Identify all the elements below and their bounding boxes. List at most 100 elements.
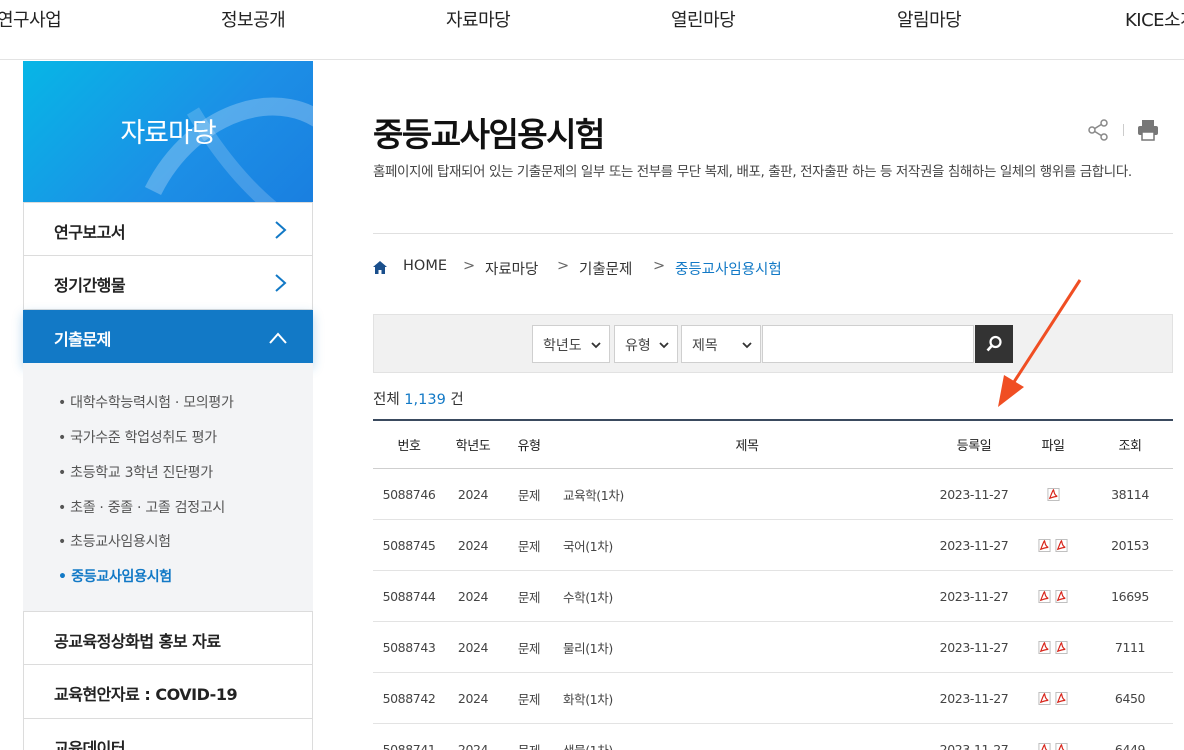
- row-no: 5088742: [382, 690, 436, 706]
- row-year: 2024: [457, 537, 489, 553]
- exam-table: 번호 학년도 유형 제목 등록일 파일 조회 5088746 2024 문제 교육학(…: [373, 419, 1173, 750]
- submenu-item-elementary-teacher[interactable]: • 초등교사임용시험: [58, 531, 171, 551]
- row-files: [1019, 622, 1087, 672]
- top-nav: 연구사업 정보공개 자료마당 열린마당 알림마당 KICE소개: [0, 0, 1184, 60]
- nav-item-research[interactable]: 연구사업: [0, 6, 62, 32]
- row-title[interactable]: 국어(1차): [557, 520, 937, 570]
- row-type: 문제: [517, 538, 541, 554]
- pdf-icon[interactable]: [1038, 589, 1051, 603]
- home-icon[interactable]: [373, 261, 387, 274]
- row-files: [1019, 520, 1087, 570]
- sidebar-item-reports[interactable]: 연구보고서: [23, 202, 313, 256]
- submenu-item-diagnostic[interactable]: • 초등학교 3학년 진단평가: [58, 462, 213, 482]
- row-date: 2023-11-27: [939, 639, 1009, 655]
- row-date: 2023-11-27: [939, 537, 1009, 553]
- year-select-value: 학년도: [543, 338, 582, 354]
- row-no: 5088743: [382, 639, 436, 655]
- row-no: 5088746: [382, 486, 436, 502]
- row-type: 문제: [517, 691, 541, 707]
- pdf-icon[interactable]: [1055, 742, 1068, 750]
- sidebar-submenu: • 대학수학능력시험 · 모의평가 • 국가수준 학업성취도 평가 • 초등학교…: [23, 363, 313, 611]
- row-no: 5088741: [382, 741, 436, 750]
- sidebar-title: 자료마당: [120, 118, 216, 149]
- submenu-item-secondary-teacher[interactable]: • 중등교사임용시험: [58, 566, 172, 586]
- row-files: [1019, 571, 1087, 621]
- row-views: 7111: [1114, 639, 1146, 655]
- table-row[interactable]: 5088741 2024 문제 생물(1차) 2023-11-27 6449: [373, 724, 1173, 750]
- print-icon[interactable]: [1136, 118, 1160, 142]
- chevron-right-icon: [275, 274, 287, 292]
- pdf-icon[interactable]: [1046, 487, 1060, 501]
- table-row[interactable]: 5088743 2024 문제 물리(1차) 2023-11-27 7111: [373, 622, 1173, 673]
- pdf-icon[interactable]: [1055, 538, 1068, 552]
- chevron-up-icon: [269, 332, 287, 344]
- pdf-icon[interactable]: [1038, 742, 1051, 750]
- breadcrumb-home[interactable]: HOME: [403, 258, 447, 274]
- row-no: 5088745: [382, 537, 436, 553]
- header-year: 학년도: [455, 439, 491, 454]
- header-date: 등록일: [956, 439, 992, 454]
- breadcrumb-separator: >: [463, 258, 476, 274]
- field-select[interactable]: 제목: [681, 325, 761, 363]
- sidebar-item-education-data[interactable]: 교육데이터: [23, 719, 313, 750]
- row-date: 2023-11-27: [939, 690, 1009, 706]
- row-date: 2023-11-27: [939, 588, 1009, 604]
- row-title[interactable]: 화학(1차): [557, 673, 937, 723]
- nav-item-about[interactable]: KICE소개: [1125, 6, 1184, 32]
- total-prefix: 전체: [373, 392, 400, 408]
- divider: [373, 233, 1173, 234]
- sidebar-item-label: 연구보고서: [54, 223, 126, 242]
- table-row[interactable]: 5088746 2024 문제 교육학(1차) 2023-11-27 38114: [373, 469, 1173, 520]
- row-files: [1019, 469, 1087, 519]
- submenu-item-csat[interactable]: • 대학수학능력시험 · 모의평가: [58, 392, 234, 412]
- row-year: 2024: [457, 588, 489, 604]
- pdf-icon[interactable]: [1055, 589, 1068, 603]
- search-input[interactable]: [762, 325, 974, 363]
- header-no: 번호: [397, 439, 421, 454]
- pdf-icon[interactable]: [1055, 691, 1068, 705]
- table-header: 번호 학년도 유형 제목 등록일 파일 조회: [373, 419, 1173, 469]
- header-title: 제목: [735, 439, 759, 454]
- row-title[interactable]: 교육학(1차): [557, 469, 937, 519]
- share-icon[interactable]: [1086, 118, 1110, 142]
- nav-item-notice[interactable]: 알림마당: [897, 6, 962, 32]
- breadcrumb-level2[interactable]: 기출문제: [579, 258, 632, 279]
- row-title[interactable]: 물리(1차): [557, 622, 937, 672]
- row-date: 2023-11-27: [939, 741, 1009, 750]
- pdf-icon[interactable]: [1038, 538, 1051, 552]
- row-year: 2024: [457, 690, 489, 706]
- field-select-value: 제목: [692, 338, 718, 354]
- type-select-value: 유형: [625, 338, 651, 354]
- annotation-arrow-icon: [998, 279, 1082, 407]
- row-year: 2024: [457, 486, 489, 502]
- table-row[interactable]: 5088744 2024 문제 수학(1차) 2023-11-27 16695: [373, 571, 1173, 622]
- nav-item-open[interactable]: 열린마당: [671, 6, 736, 32]
- pdf-icon[interactable]: [1038, 691, 1051, 705]
- breadcrumb-current[interactable]: 중등교사임용시험: [675, 258, 782, 279]
- dropdown-arrow-icon: [591, 342, 601, 349]
- pdf-icon[interactable]: [1055, 640, 1068, 654]
- year-select[interactable]: 학년도: [532, 325, 610, 363]
- sidebar-item-covid[interactable]: 교육현안자료 : COVID-19: [23, 665, 313, 719]
- row-title[interactable]: 생물(1차): [557, 724, 937, 750]
- pdf-icon[interactable]: [1038, 640, 1051, 654]
- sidebar-item-label: 교육데이터: [54, 739, 126, 750]
- sidebar-item-label: 교육현안자료 : COVID-19: [54, 685, 238, 704]
- dropdown-arrow-icon: [742, 342, 752, 349]
- sidebar-item-past-exams[interactable]: 기출문제: [23, 310, 313, 364]
- row-files: [1019, 673, 1087, 723]
- total-count: 전체 1,139 건: [373, 388, 464, 409]
- row-title[interactable]: 수학(1차): [557, 571, 937, 621]
- table-row[interactable]: 5088742 2024 문제 화학(1차) 2023-11-27 6450: [373, 673, 1173, 724]
- breadcrumb-level1[interactable]: 자료마당: [485, 258, 538, 279]
- type-select[interactable]: 유형: [614, 325, 678, 363]
- row-type: 문제: [517, 742, 541, 750]
- nav-item-resources[interactable]: 자료마당: [446, 6, 511, 32]
- submenu-item-achievement[interactable]: • 국가수준 학업성취도 평가: [58, 427, 217, 447]
- nav-item-info[interactable]: 정보공개: [221, 6, 286, 32]
- sidebar-item-periodicals[interactable]: 정기간행물: [23, 256, 313, 310]
- breadcrumb-separator: >: [653, 258, 666, 274]
- table-row[interactable]: 5088745 2024 문제 국어(1차) 2023-11-27 20153: [373, 520, 1173, 571]
- submenu-item-ged[interactable]: • 초졸 · 중졸 · 고졸 검정고시: [58, 497, 225, 517]
- sidebar-item-public-education[interactable]: 공교육정상화법 홍보 자료: [23, 611, 313, 665]
